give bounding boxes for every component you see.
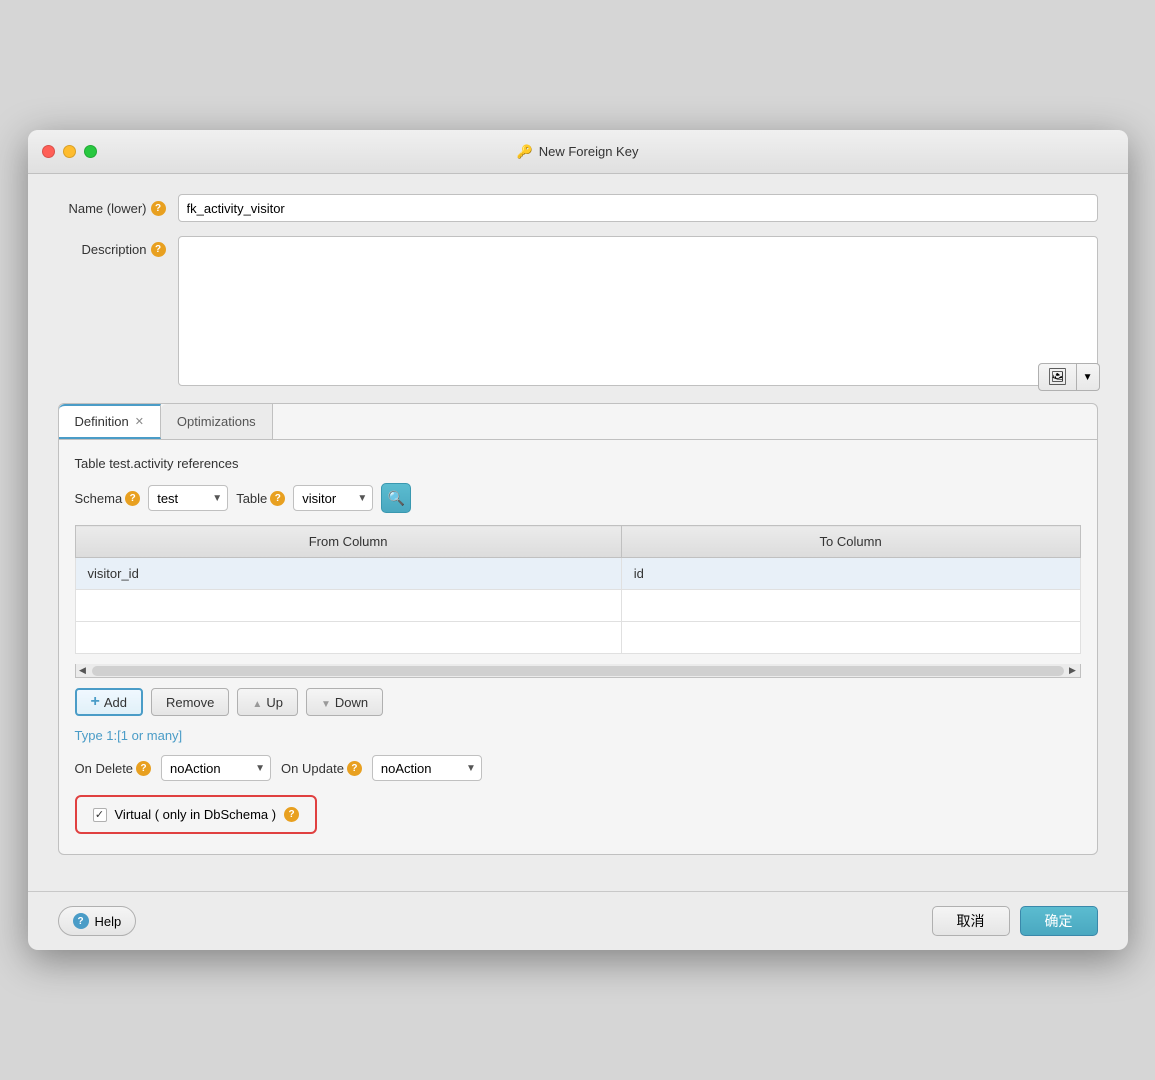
maximize-button[interactable]: [84, 145, 97, 158]
description-wrapper: 🖼 ▼: [178, 236, 1098, 389]
schema-select-wrapper: test ▼: [148, 485, 228, 511]
tabs-section: Definition ✕ Optimizations Table test.ac…: [58, 403, 1098, 855]
down-icon: [321, 695, 331, 710]
to-column-cell: [621, 590, 1080, 622]
description-row: Description ? 🖼 ▼: [58, 236, 1098, 389]
horizontal-scrollbar[interactable]: ◀ ▶: [75, 664, 1081, 678]
on-actions-row: On Delete ? noAction cascade setNull res…: [75, 755, 1081, 781]
virtual-checkbox-container[interactable]: Virtual ( only in DbSchema ) ?: [75, 795, 318, 834]
virtual-label: Virtual ( only in DbSchema ): [115, 807, 277, 822]
close-button[interactable]: [42, 145, 55, 158]
dialog-content: Name (lower) ? Description ? 🖼 ▼: [28, 174, 1128, 891]
from-column-cell[interactable]: visitor_id: [75, 558, 621, 590]
description-label: Description ?: [58, 236, 178, 257]
scroll-right-arrow[interactable]: ▶: [1066, 664, 1080, 678]
help-button[interactable]: ? Help: [58, 906, 137, 936]
table-row[interactable]: [75, 590, 1080, 622]
ok-button[interactable]: 确定: [1020, 906, 1098, 936]
description-textarea[interactable]: [178, 236, 1098, 386]
virtual-help-icon[interactable]: ?: [284, 807, 299, 822]
table-row[interactable]: [75, 622, 1080, 654]
schema-help-icon[interactable]: ?: [125, 491, 140, 506]
name-input[interactable]: [178, 194, 1098, 222]
textarea-dropdown-btn[interactable]: ▼: [1077, 363, 1100, 391]
schema-select[interactable]: test: [148, 485, 228, 511]
on-update-select[interactable]: noAction cascade setNull restrict: [372, 755, 482, 781]
tab-definition[interactable]: Definition ✕: [59, 404, 161, 439]
add-label: Add: [104, 695, 127, 710]
on-delete-select[interactable]: noAction cascade setNull restrict: [161, 755, 271, 781]
to-column-cell: [621, 622, 1080, 654]
on-delete-label: On Delete ?: [75, 761, 152, 776]
title-icon: 🔑: [517, 144, 533, 160]
right-buttons: 取消 确定: [932, 906, 1098, 936]
from-column-cell: [75, 622, 621, 654]
table-label: Table ?: [236, 491, 285, 506]
to-column-cell[interactable]: id: [621, 558, 1080, 590]
table-help-icon[interactable]: ?: [270, 491, 285, 506]
search-button[interactable]: 🔍: [381, 483, 411, 513]
on-update-select-wrapper: noAction cascade setNull restrict ▼: [372, 755, 482, 781]
name-help-icon[interactable]: ?: [151, 201, 166, 216]
table-row[interactable]: visitor_id id: [75, 558, 1080, 590]
up-button[interactable]: Up: [237, 688, 298, 716]
traffic-lights: [42, 145, 97, 158]
on-delete-help-icon[interactable]: ?: [136, 761, 151, 776]
section-title: Table test.activity references: [75, 456, 1081, 471]
add-button[interactable]: + Add: [75, 688, 143, 716]
dialog-window: 🔑 New Foreign Key Name (lower) ? Descrip…: [28, 130, 1128, 950]
columns-table: From Column To Column visitor_id id: [75, 525, 1081, 654]
plus-icon: +: [91, 693, 100, 711]
minimize-button[interactable]: [63, 145, 76, 158]
window-title: 🔑 New Foreign Key: [517, 144, 639, 160]
remove-button[interactable]: Remove: [151, 688, 229, 716]
tab-optimizations[interactable]: Optimizations: [161, 404, 273, 439]
to-column-header: To Column: [621, 526, 1080, 558]
name-label: Name (lower) ?: [58, 201, 178, 216]
name-row: Name (lower) ?: [58, 194, 1098, 222]
tabs-header: Definition ✕ Optimizations: [59, 404, 1097, 440]
from-column-cell: [75, 590, 621, 622]
type-info: Type 1:[1 or many]: [75, 728, 1081, 743]
scrollbar-track[interactable]: [92, 666, 1064, 676]
schema-table-row: Schema ? test ▼ Table ?: [75, 483, 1081, 513]
tab-definition-close[interactable]: ✕: [135, 415, 144, 428]
schema-label: Schema ?: [75, 491, 141, 506]
bottom-bar: ? Help 取消 确定: [28, 891, 1128, 950]
scroll-left-arrow[interactable]: ◀: [76, 664, 90, 678]
from-column-header: From Column: [75, 526, 621, 558]
on-update-label: On Update ?: [281, 761, 362, 776]
textarea-button-group: 🖼 ▼: [1038, 363, 1099, 391]
textarea-icon-btn[interactable]: 🖼: [1038, 363, 1076, 391]
down-button[interactable]: Down: [306, 688, 383, 716]
up-icon: [252, 695, 262, 710]
on-update-help-icon[interactable]: ?: [347, 761, 362, 776]
table-select[interactable]: visitor: [293, 485, 373, 511]
titlebar: 🔑 New Foreign Key: [28, 130, 1128, 174]
virtual-checkbox[interactable]: [93, 808, 107, 822]
help-circle-icon: ?: [73, 913, 89, 929]
table-select-wrapper: visitor ▼: [293, 485, 373, 511]
on-delete-select-wrapper: noAction cascade setNull restrict ▼: [161, 755, 271, 781]
action-buttons: + Add Remove Up Down: [75, 688, 1081, 716]
cancel-button[interactable]: 取消: [932, 906, 1010, 936]
tab-definition-content: Table test.activity references Schema ? …: [59, 440, 1097, 854]
description-help-icon[interactable]: ?: [151, 242, 166, 257]
